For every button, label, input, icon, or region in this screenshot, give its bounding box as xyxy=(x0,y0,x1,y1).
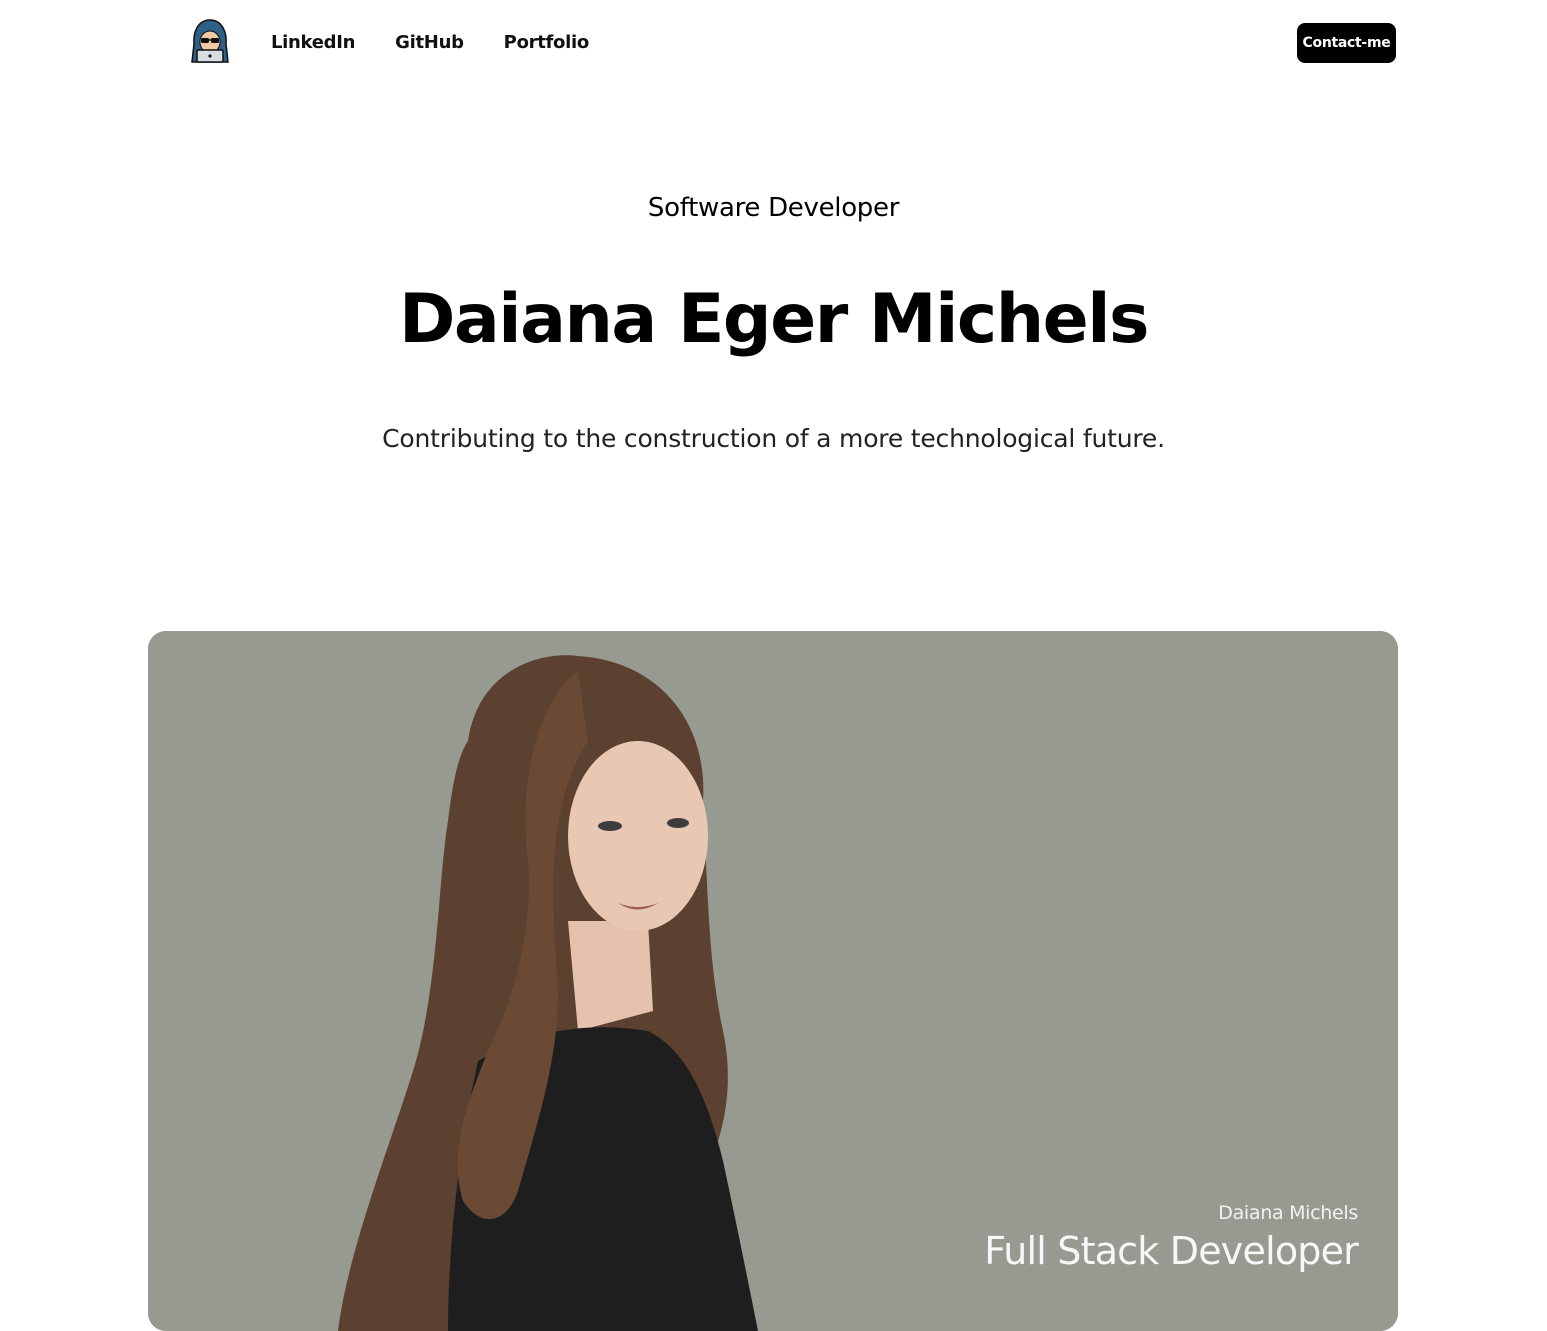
photo-caption-name: Daiana Michels xyxy=(1218,1202,1358,1224)
photo-caption-role: Full Stack Developer xyxy=(984,1229,1359,1273)
profile-photo xyxy=(148,631,1398,1331)
nav-links: LinkedIn GitHub Portfolio xyxy=(271,30,589,56)
nav-link-portfolio[interactable]: Portfolio xyxy=(504,30,590,56)
hacker-avatar-icon[interactable] xyxy=(188,18,232,64)
hero-subtitle: Software Developer xyxy=(647,193,900,223)
profile-photo-card: Daiana Michels Full Stack Developer xyxy=(148,631,1398,1331)
hero-tagline: Contributing to the construction of a mo… xyxy=(382,424,1165,453)
hero-title: Daiana Eger Michels xyxy=(398,280,1150,359)
top-navigation: LinkedIn GitHub Portfolio Contact-me xyxy=(0,0,1547,86)
nav-link-linkedin[interactable]: LinkedIn xyxy=(271,30,355,56)
nav-link-github[interactable]: GitHub xyxy=(395,30,464,56)
contact-me-button[interactable]: Contact-me xyxy=(1297,23,1396,63)
